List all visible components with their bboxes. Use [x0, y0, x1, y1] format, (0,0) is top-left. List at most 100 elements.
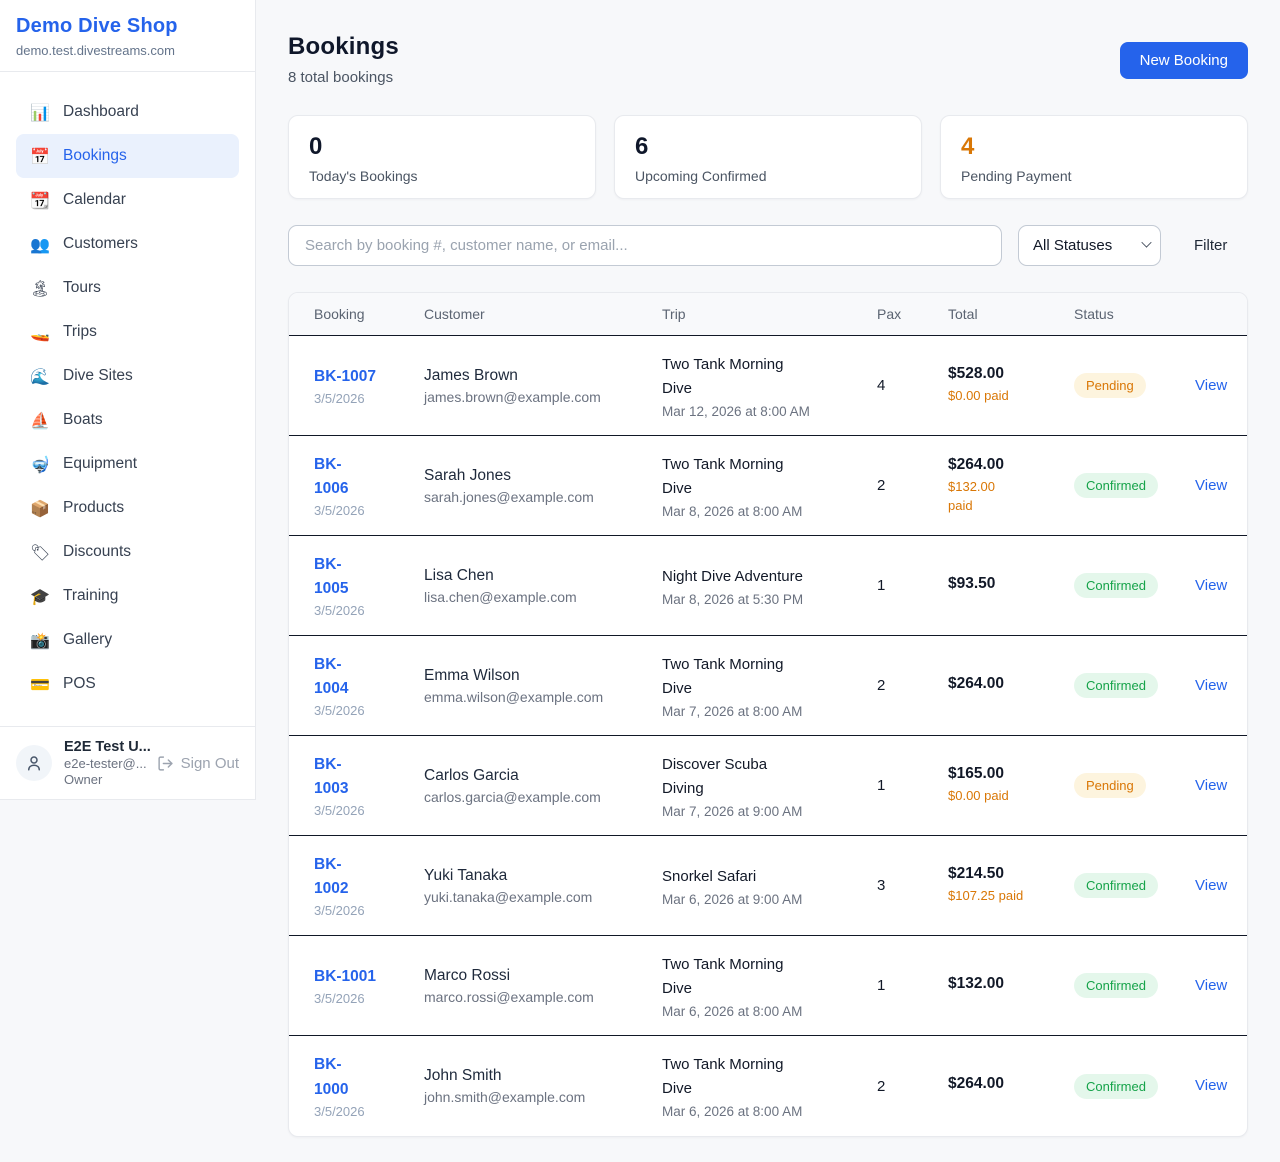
sidebar-item-tours[interactable]: 🏝 Tours	[16, 266, 239, 310]
status-badge: Pending	[1074, 773, 1146, 798]
user-info: E2E Test U... e2e-tester@... Owner	[64, 739, 145, 787]
status-badge: Confirmed	[1074, 573, 1158, 598]
sidebar-item-calendar[interactable]: 📆 Calendar	[16, 178, 239, 222]
page-header: Bookings 8 total bookings New Booking	[288, 0, 1248, 86]
pax-count: 3	[877, 877, 948, 894]
customer-email: james.brown@example.com	[424, 389, 662, 405]
sidebar-item-pos[interactable]: 💳 POS	[16, 662, 239, 706]
sidebar-item-gallery[interactable]: 📸 Gallery	[16, 618, 239, 662]
booking-date: 3/5/2026	[314, 803, 424, 818]
sidebar-item-label: Discounts	[63, 543, 131, 561]
stat-card-pending-payment: 4 Pending Payment	[940, 115, 1248, 199]
table-row: BK- 10033/5/2026 Carlos Garciacarlos.gar…	[289, 736, 1247, 836]
trip-name: Two Tank Morning Dive	[662, 653, 877, 701]
pax-count: 2	[877, 1078, 948, 1095]
booking-number-link[interactable]: BK- 1006	[314, 453, 424, 501]
stats-row: 0 Today's Bookings 6 Upcoming Confirmed …	[288, 115, 1248, 199]
bookings-table: Booking Customer Trip Pax Total Status B…	[288, 292, 1248, 1137]
sidebar-item-dive-sites[interactable]: 🌊 Dive Sites	[16, 354, 239, 398]
sign-out-button[interactable]: Sign Out	[157, 755, 239, 772]
booking-number-link[interactable]: BK- 1005	[314, 553, 424, 601]
table-row: BK-10013/5/2026 Marco Rossimarco.rossi@e…	[289, 936, 1247, 1036]
sidebar-item-dashboard[interactable]: 📊 Dashboard	[16, 90, 239, 134]
shop-domain: demo.test.divestreams.com	[16, 43, 239, 58]
status-select[interactable]: All Statuses	[1018, 225, 1161, 266]
sidebar-nav: 📊 Dashboard 📅 Bookings 📆 Calendar 👥 Cust…	[0, 72, 255, 726]
tours-icon: 🏝	[30, 279, 50, 298]
sidebar-item-label: Gallery	[63, 631, 112, 649]
customer-email: marco.rossi@example.com	[424, 989, 662, 1005]
view-link[interactable]: View	[1195, 1077, 1227, 1094]
booking-number-link[interactable]: BK- 1003	[314, 753, 424, 801]
trip-datetime: Mar 8, 2026 at 8:00 AM	[662, 504, 877, 519]
customer-name: Marco Rossi	[424, 967, 662, 985]
trips-icon: 🚤	[30, 323, 50, 342]
trip-name: Snorkel Safari	[662, 865, 877, 889]
calendar-icon: 📆	[30, 191, 50, 210]
total-amount: $214.50	[948, 865, 1074, 883]
column-header-pax: Pax	[877, 306, 948, 322]
view-link[interactable]: View	[1195, 377, 1227, 394]
booking-number-link[interactable]: BK-1001	[314, 965, 424, 989]
booking-number-link[interactable]: BK- 1002	[314, 853, 424, 901]
booking-number-link[interactable]: BK-1007	[314, 365, 424, 389]
status-badge: Confirmed	[1074, 873, 1158, 898]
main-content: Bookings 8 total bookings New Booking 0 …	[256, 0, 1280, 1162]
total-amount: $264.00	[948, 675, 1074, 693]
table-row: BK- 10003/5/2026 John Smithjohn.smith@ex…	[289, 1036, 1247, 1136]
stat-label: Today's Bookings	[309, 168, 575, 184]
view-link[interactable]: View	[1195, 977, 1227, 994]
user-icon	[25, 754, 43, 772]
column-header-total: Total	[948, 306, 1074, 322]
sidebar: Demo Dive Shop demo.test.divestreams.com…	[0, 0, 256, 800]
sidebar-item-trips[interactable]: 🚤 Trips	[16, 310, 239, 354]
sidebar-item-bookings[interactable]: 📅 Bookings	[16, 134, 239, 178]
view-link[interactable]: View	[1195, 677, 1227, 694]
stat-value: 6	[635, 133, 901, 161]
trip-name: Night Dive Adventure	[662, 565, 877, 589]
gallery-icon: 📸	[30, 631, 50, 650]
pax-count: 4	[877, 377, 948, 394]
view-link[interactable]: View	[1195, 477, 1227, 494]
shop-header: Demo Dive Shop demo.test.divestreams.com	[0, 0, 255, 72]
sidebar-item-equipment[interactable]: 🤿 Equipment	[16, 442, 239, 486]
column-header-booking: Booking	[314, 306, 424, 322]
booking-number-link[interactable]: BK- 1004	[314, 653, 424, 701]
pax-count: 2	[877, 677, 948, 694]
customer-name: Emma Wilson	[424, 667, 662, 685]
customer-name: Carlos Garcia	[424, 767, 662, 785]
search-input[interactable]	[288, 225, 1002, 266]
sidebar-item-discounts[interactable]: 🏷 Discounts	[16, 530, 239, 574]
sign-out-icon	[157, 755, 174, 772]
filter-button[interactable]: Filter	[1194, 237, 1227, 254]
booking-date: 3/5/2026	[314, 603, 424, 618]
sidebar-item-training[interactable]: 🎓 Training	[16, 574, 239, 618]
customer-name: Lisa Chen	[424, 567, 662, 585]
total-amount: $93.50	[948, 575, 1074, 593]
customer-name: Yuki Tanaka	[424, 867, 662, 885]
trip-name: Two Tank Morning Dive	[662, 453, 877, 501]
user-role: Owner	[64, 772, 145, 787]
equipment-icon: 🤿	[30, 455, 50, 474]
total-amount: $165.00	[948, 765, 1074, 783]
view-link[interactable]: View	[1195, 777, 1227, 794]
status-select-wrap: All Statuses	[1018, 225, 1161, 266]
column-header-trip: Trip	[662, 306, 877, 322]
view-link[interactable]: View	[1195, 577, 1227, 594]
pax-count: 2	[877, 477, 948, 494]
stat-card-todays-bookings: 0 Today's Bookings	[288, 115, 596, 199]
sign-out-label: Sign Out	[181, 755, 239, 772]
sidebar-item-customers[interactable]: 👥 Customers	[16, 222, 239, 266]
customer-name: Sarah Jones	[424, 467, 662, 485]
view-link[interactable]: View	[1195, 877, 1227, 894]
products-icon: 📦	[30, 499, 50, 518]
booking-number-link[interactable]: BK- 1000	[314, 1053, 424, 1101]
new-booking-button[interactable]: New Booking	[1120, 42, 1248, 79]
stat-label: Pending Payment	[961, 168, 1227, 184]
trip-name: Two Tank Morning Dive	[662, 1053, 877, 1101]
trip-datetime: Mar 7, 2026 at 9:00 AM	[662, 804, 877, 819]
sidebar-item-boats[interactable]: ⛵ Boats	[16, 398, 239, 442]
filter-row: All Statuses Filter	[288, 225, 1248, 266]
booking-date: 3/5/2026	[314, 391, 424, 406]
sidebar-item-products[interactable]: 📦 Products	[16, 486, 239, 530]
